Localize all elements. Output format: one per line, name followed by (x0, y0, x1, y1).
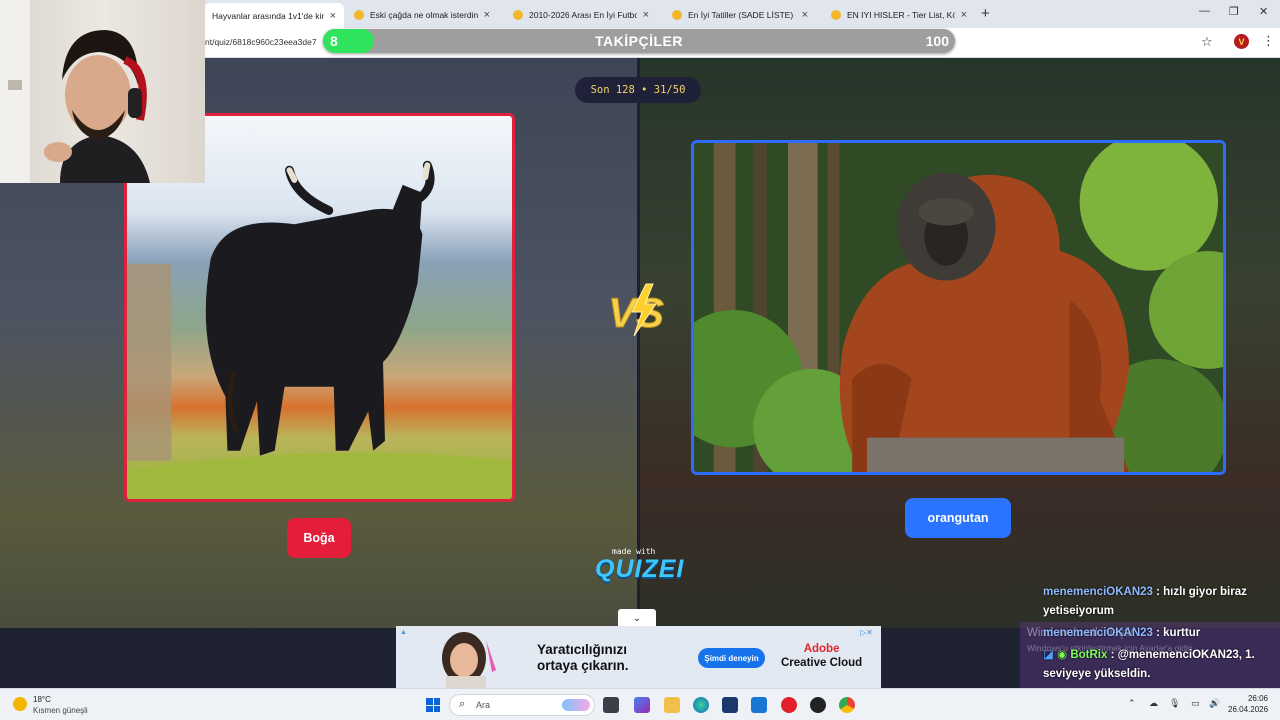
close-window-icon[interactable]: ✕ (1259, 5, 1268, 18)
obs-icon[interactable] (810, 697, 826, 713)
tab-favicon-icon (354, 10, 364, 20)
ad-brand: Adobe Creative Cloud (781, 642, 862, 670)
tray-overflow-icon[interactable]: ⌃ (1128, 698, 1136, 709)
chat-text: : @menemenciOKAN23, 1. (1107, 649, 1255, 661)
chat-message: menemenciOKAN23 : kurttur (1043, 624, 1200, 643)
ad-info-icon[interactable]: ▲ (400, 629, 407, 636)
advertisement-banner[interactable]: ▲ Yaratıcılığınızı ortaya çıkarın. Şimdi… (396, 626, 881, 688)
tab-close-icon[interactable]: × (643, 9, 649, 21)
ad-headline-line: Yaratıcılığınızı (537, 642, 628, 657)
windows-taskbar: 18°C Kısmen güneşli ⌕ Ara ⌃ ☁ 🎙 ▭ 🔊 26:0… (0, 688, 1280, 720)
minimize-icon[interactable]: — (1199, 5, 1210, 17)
weather-description[interactable]: Kısmen güneşli (33, 706, 88, 715)
ad-close-icon[interactable]: ▷✕ (860, 628, 874, 638)
search-placeholder: Ara (476, 700, 491, 710)
browser-tab[interactable]: Eski çağda ne olmak isterdin ? × (346, 4, 498, 26)
display-icon[interactable]: ▭ (1191, 698, 1200, 709)
tab-close-icon[interactable]: × (961, 9, 967, 21)
profile-avatar[interactable]: V (1234, 34, 1249, 49)
tab-title: 2010-2026 Arası En İyi Futbolcu (529, 10, 637, 20)
stream-chat: menemenciOKAN23 : hızlı giyor biraz yeti… (1040, 583, 1280, 688)
vs-lightning-icon: VS (608, 283, 665, 337)
tab-favicon-icon (513, 10, 523, 20)
follower-goal-bar: 8 TAKİPÇİLER 100 (323, 29, 955, 53)
webcam-feed (0, 0, 150, 183)
browser-tab[interactable]: En İyi Tatiller (SADE LİSTE) - Tier × (664, 4, 816, 26)
task-view-icon[interactable] (603, 697, 619, 713)
chat-message: ◪ ◉ BotRix : @menemenciOKAN23, 1. (1043, 646, 1255, 665)
right-option-button[interactable]: orangutan (905, 498, 1011, 538)
taskbar-clock-date[interactable]: 26.04.2026 (1228, 705, 1268, 714)
chevron-down-icon[interactable]: ⌄ (618, 609, 656, 627)
store-icon[interactable] (722, 697, 738, 713)
browser-tab[interactable]: EN IYI HISLER - Tier List, Kör Sır × (823, 4, 975, 26)
chat-username: menemenciOKAN23 (1043, 627, 1153, 639)
orangutan-photo (694, 143, 1223, 472)
tab-favicon-icon (672, 10, 682, 20)
url-field[interactable]: nt/quiz/6818c960c23eea3de7 (205, 37, 317, 47)
streamer-webcam (0, 0, 205, 183)
tab-title: EN IYI HISLER - Tier List, Kör Sır (847, 10, 955, 20)
chat-text: : kurttur (1152, 627, 1201, 639)
ad-headline: Yaratıcılığınızı ortaya çıkarın. (537, 642, 629, 674)
edge-browser-icon[interactable] (693, 697, 709, 713)
browser-tab[interactable]: 2010-2026 Arası En İyi Futbolcu × (505, 4, 657, 26)
chrome-icon[interactable] (839, 697, 855, 713)
star-icon[interactable]: ☆ (1201, 34, 1213, 50)
chat-message: seviyeye yükseldin. (1043, 665, 1150, 684)
new-tab-button[interactable]: + (981, 5, 990, 22)
windows-start-icon[interactable] (426, 698, 440, 712)
chat-username: BotRix (1070, 649, 1108, 661)
tab-favicon-icon (831, 10, 841, 20)
chat-text: seviyeye yükseldin. (1043, 668, 1151, 680)
ad-headline-line: ortaya çıkarın. (537, 658, 629, 673)
volume-icon[interactable]: 🔊 (1209, 698, 1220, 709)
widgets-icon[interactable] (634, 697, 650, 713)
search-highlight-icon (562, 699, 590, 711)
tab-title: Hayvanlar arasında 1v1'de kim (212, 10, 324, 21)
chat-text: yetiseiyorum (1043, 605, 1114, 617)
ad-brand-line: Creative Cloud (781, 657, 863, 669)
opera-icon[interactable] (781, 697, 797, 713)
taskbar-search-box[interactable]: ⌕ Ara (449, 694, 595, 716)
tab-title: Eski çağda ne olmak isterdin ? (370, 10, 478, 20)
bot-badge-icon: ◪ (1043, 649, 1054, 661)
weather-temperature[interactable]: 18°C (33, 695, 51, 704)
microphone-icon[interactable]: 🎙 (1169, 698, 1180, 709)
tab-close-icon[interactable]: × (330, 10, 336, 22)
brand-logo[interactable]: QUIZEI (595, 555, 684, 584)
tab-title: En İyi Tatiller (SADE LİSTE) - Tier (688, 10, 796, 20)
chat-message: yetiseiyorum (1043, 602, 1114, 621)
search-icon: ⌕ (459, 698, 466, 710)
follower-goal-title: TAKİPÇİLER (595, 33, 683, 49)
center-divider (637, 58, 640, 628)
weather-sun-icon[interactable] (13, 697, 27, 711)
chat-message: menemenciOKAN23 : hızlı giyor biraz (1043, 583, 1247, 602)
round-counter: Son 128 • 31/50 (575, 77, 701, 103)
browser-tab[interactable]: Hayvanlar arasında 1v1'de kim × (204, 3, 344, 28)
ad-cta-button[interactable]: Şimdi deneyin (698, 648, 765, 668)
right-option-image[interactable] (691, 140, 1226, 475)
network-tray-icon[interactable]: ☁ (1149, 698, 1158, 709)
ad-brand-line: Adobe (803, 643, 840, 655)
tab-close-icon[interactable]: × (484, 9, 490, 21)
ad-model-image (442, 632, 496, 688)
mail-icon[interactable] (751, 697, 767, 713)
tab-close-icon[interactable]: × (802, 9, 808, 21)
file-explorer-icon[interactable] (664, 697, 680, 713)
mod-badge-icon: ◉ (1057, 649, 1068, 661)
chat-username: menemenciOKAN23 (1043, 586, 1153, 598)
follower-goal-target: 100 (925, 33, 949, 49)
chat-text: : hızlı giyor biraz (1152, 586, 1247, 598)
more-vert-icon[interactable]: ⋮ (1262, 33, 1275, 49)
left-option-button[interactable]: Boğa (287, 518, 351, 558)
taskbar-clock-time[interactable]: 26:06 (1228, 694, 1268, 703)
restore-icon[interactable]: ❐ (1229, 5, 1239, 18)
